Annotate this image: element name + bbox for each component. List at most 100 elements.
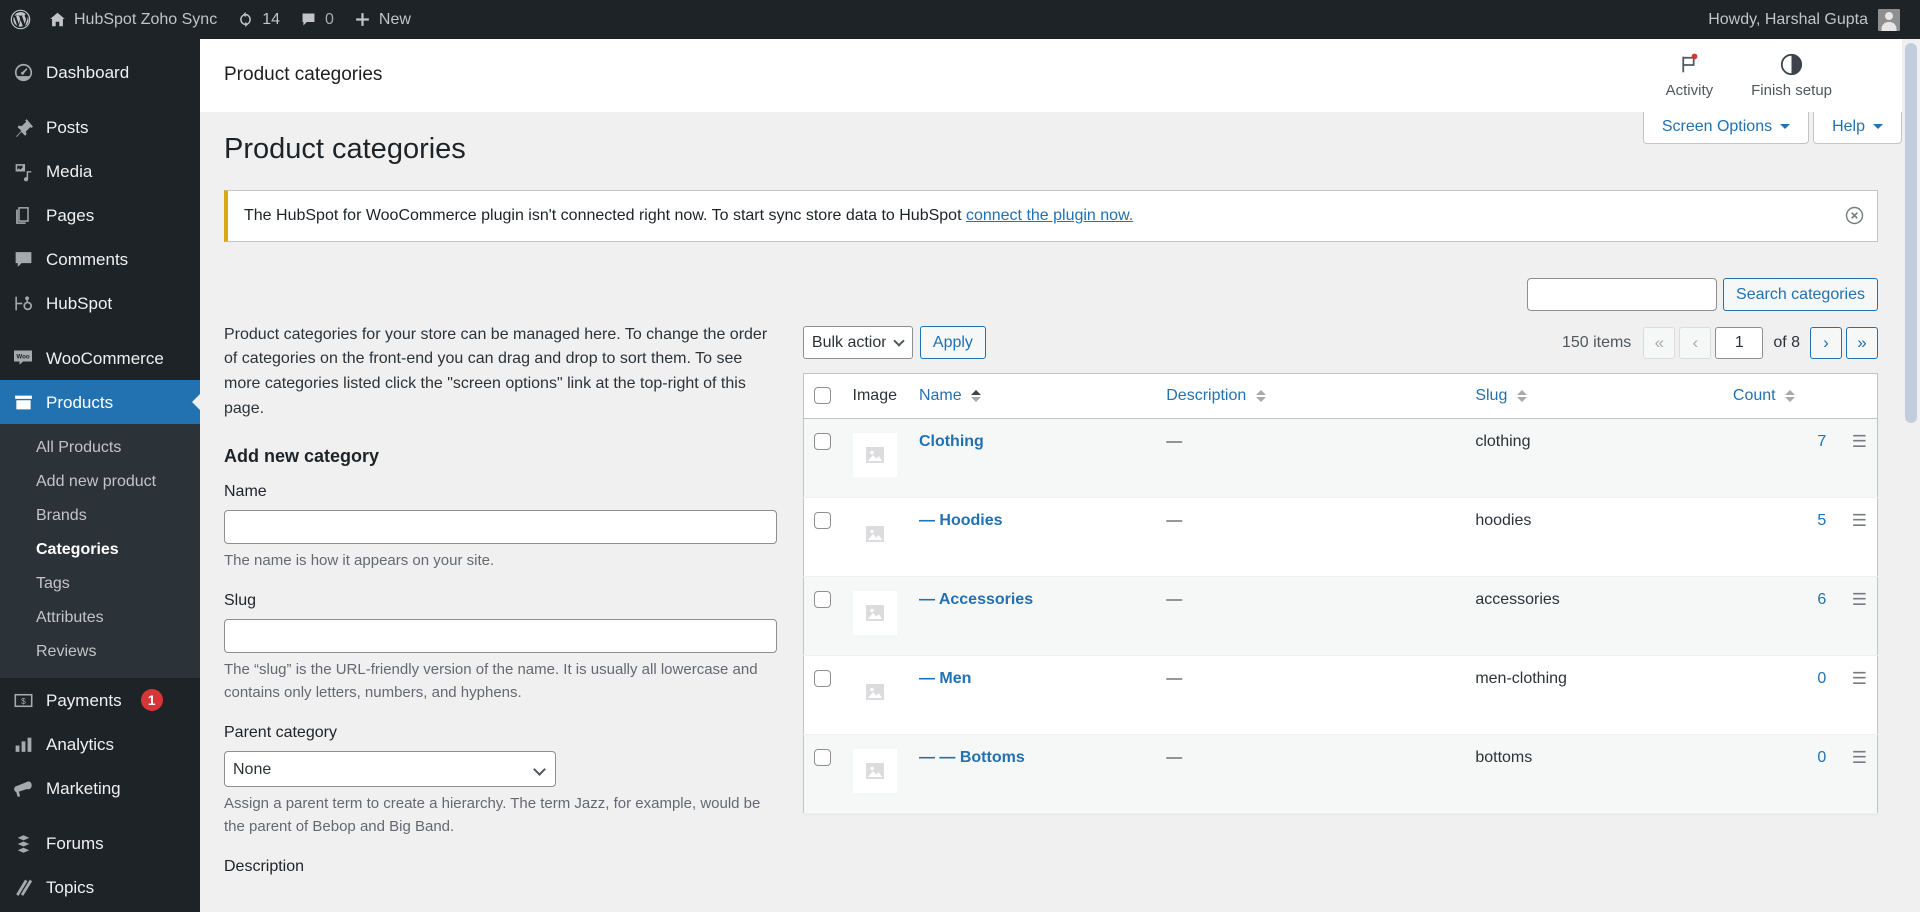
submenu-item-categories[interactable]: Categories (0, 533, 200, 567)
hubspot-sprocket-icon (11, 291, 35, 315)
image-placeholder-icon (852, 432, 897, 477)
drag-handle-icon[interactable]: ☰ (1852, 670, 1867, 687)
menu-separator (0, 325, 200, 336)
main-content-area: Product categories The HubSpot for WooCo… (200, 112, 1902, 912)
apply-button[interactable]: Apply (919, 326, 986, 360)
plus-icon (354, 11, 371, 28)
current-page-input[interactable] (1715, 326, 1764, 359)
row-name-cell: Clothing (909, 418, 1156, 497)
row-checkbox[interactable] (813, 432, 831, 450)
sidebar-item-topics[interactable]: Topics (0, 865, 200, 909)
sidebar-item-analytics[interactable]: Analytics (0, 722, 200, 766)
row-image-cell (843, 655, 909, 734)
category-name-link[interactable]: — Accessories (919, 591, 1033, 608)
drag-handle-icon[interactable]: ☰ (1852, 433, 1867, 450)
screen-options-label: Screen Options (1661, 118, 1773, 135)
row-checkbox[interactable] (813, 669, 831, 687)
activity-button[interactable]: Activity (1666, 52, 1713, 99)
sidebar-item-media[interactable]: Media (0, 149, 200, 193)
slug-field-group: Slug The “slug” is the URL-friendly vers… (224, 592, 777, 704)
search-input[interactable] (1527, 277, 1718, 311)
account-menu[interactable]: Howdy, Harshal Gupta (1708, 8, 1920, 31)
comments-count: 0 (325, 10, 334, 28)
submenu-item-tags[interactable]: Tags (0, 567, 200, 601)
site-name-button[interactable]: HubSpot Zoho Sync (39, 0, 227, 39)
image-placeholder-icon (852, 748, 897, 793)
submenu-item-reviews[interactable]: Reviews (0, 635, 200, 669)
category-name-link[interactable]: — — Bottoms (919, 749, 1025, 766)
finish-setup-button[interactable]: Finish setup (1751, 52, 1832, 99)
sidebar-item-hubspot[interactable]: HubSpot (0, 281, 200, 325)
category-count-link[interactable]: 0 (1817, 749, 1826, 766)
row-checkbox[interactable] (813, 511, 831, 529)
sidebar-label: Forums (46, 833, 104, 853)
submenu-item-all-products[interactable]: All Products (0, 431, 200, 465)
sidebar-item-dashboard[interactable]: Dashboard (0, 50, 200, 94)
parent-category-select[interactable]: None (224, 751, 556, 788)
sidebar-label: HubSpot (46, 293, 113, 313)
submenu-item-brands[interactable]: Brands (0, 499, 200, 533)
page-title: Product categories (224, 133, 466, 165)
sidebar-label: Comments (46, 249, 129, 269)
row-checkbox[interactable] (813, 748, 831, 766)
row-count-cell: 6 (1723, 576, 1836, 655)
sidebar-item-woocommerce[interactable]: Woo WooCommerce (0, 336, 200, 380)
menu-separator (0, 94, 200, 105)
drag-handle-icon[interactable]: ☰ (1852, 749, 1867, 766)
column-header-slug[interactable]: Slug (1465, 373, 1723, 419)
sidebar-item-marketing[interactable]: Marketing (0, 766, 200, 810)
category-count-link[interactable]: 6 (1817, 591, 1826, 608)
table-body: Clothing — clothing 7 ☰ — Hoodies — hood… (803, 418, 1878, 814)
screen-options-button[interactable]: Screen Options (1642, 112, 1810, 144)
column-label-name: Name (918, 386, 962, 404)
next-page-button[interactable]: › (1810, 326, 1842, 359)
row-count-cell: 0 (1723, 734, 1836, 813)
woocommerce-header: Product categories Activity Finish setup (200, 39, 1902, 112)
category-name-link[interactable]: — Hoodies (919, 512, 1003, 529)
connect-plugin-link[interactable]: connect the plugin now. (966, 207, 1133, 224)
name-input[interactable] (224, 509, 777, 544)
updates-button[interactable]: 14 (227, 0, 290, 39)
column-header-count[interactable]: Count (1722, 373, 1837, 419)
sidebar-item-products[interactable]: Products (0, 380, 200, 424)
screen-meta-links: Screen Options Help (1639, 112, 1902, 144)
row-image-cell (843, 576, 909, 655)
description-label: Description (224, 858, 305, 876)
parent-category-description: Assign a parent term to create a hierarc… (224, 795, 761, 835)
bulk-actions-select[interactable]: Bulk actions (802, 326, 913, 360)
search-categories-button[interactable]: Search categories (1723, 277, 1878, 311)
scrollbar-thumb[interactable] (1905, 43, 1917, 423)
category-name-link[interactable]: — Men (919, 670, 971, 687)
last-page-button[interactable]: » (1846, 326, 1878, 359)
column-header-name[interactable]: Name (908, 373, 1157, 419)
comments-button[interactable]: 0 (290, 0, 344, 39)
sidebar-item-payments[interactable]: $ Payments 1 (0, 678, 200, 722)
topics-icon (11, 875, 35, 899)
new-content-button[interactable]: New (344, 0, 421, 39)
drag-handle-icon[interactable]: ☰ (1852, 512, 1867, 529)
sidebar-item-forums[interactable]: Forums (0, 821, 200, 865)
row-handle-cell: ☰ (1836, 734, 1877, 813)
slug-input[interactable] (224, 619, 777, 654)
row-checkbox[interactable] (813, 590, 831, 608)
category-name-link[interactable]: Clothing (919, 433, 984, 450)
submenu-item-attributes[interactable]: Attributes (0, 601, 200, 635)
category-count-link[interactable]: 7 (1817, 433, 1826, 450)
column-header-description[interactable]: Description (1156, 373, 1466, 419)
help-button[interactable]: Help (1813, 112, 1902, 144)
row-description-cell: — (1166, 669, 1183, 687)
submenu-item-add-new-product[interactable]: Add new product (0, 465, 200, 499)
category-count-link[interactable]: 5 (1817, 512, 1826, 529)
admin-bar: HubSpot Zoho Sync 14 0 New Howdy, Harsha… (0, 0, 1920, 39)
sidebar-item-posts[interactable]: Posts (0, 105, 200, 149)
wordpress-logo-button[interactable] (0, 0, 39, 39)
close-circle-icon[interactable] (1845, 206, 1865, 226)
select-all-checkbox[interactable] (813, 386, 831, 404)
sidebar-item-comments[interactable]: Comments (0, 237, 200, 281)
drag-handle-icon[interactable]: ☰ (1852, 591, 1867, 608)
select-all-header (803, 373, 843, 419)
category-count-link[interactable]: 0 (1817, 670, 1826, 687)
page-scrollbar[interactable] (1902, 39, 1920, 912)
sidebar-item-pages[interactable]: Pages (0, 193, 200, 237)
row-slug-cell: clothing (1475, 432, 1531, 450)
